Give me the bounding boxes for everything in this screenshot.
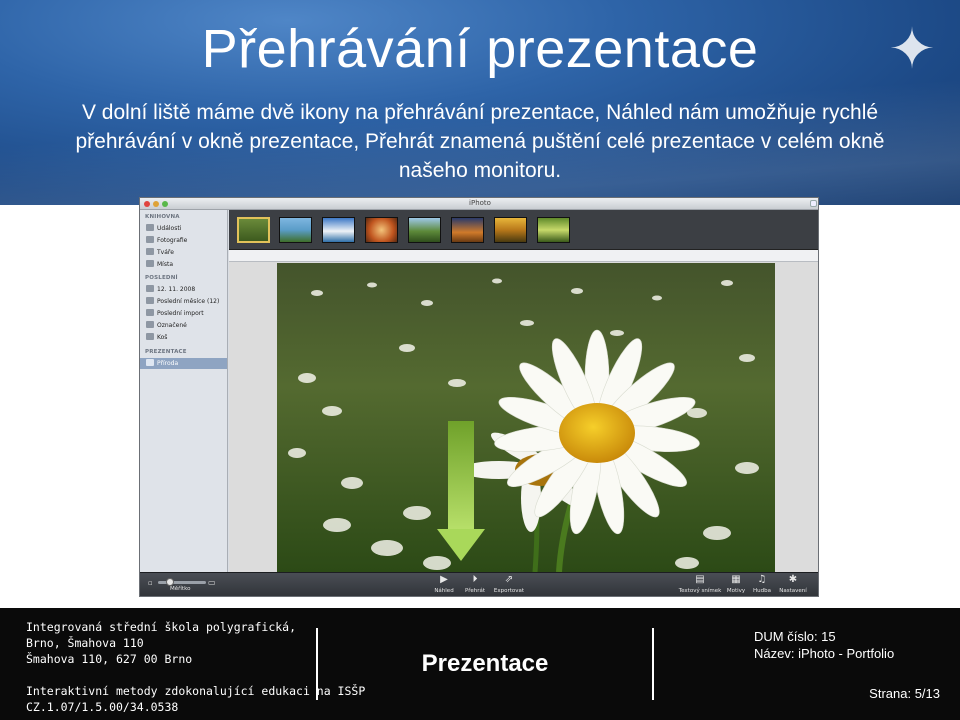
themes-icon: ▦ (731, 574, 741, 585)
slide-thumbnail[interactable] (408, 217, 441, 243)
sidebar-item-photos[interactable]: Fotografie (146, 235, 226, 246)
play-button[interactable]: ⏵ Přehrát (461, 574, 489, 596)
calendar-icon (146, 297, 154, 304)
sidebar-item-last-months[interactable]: Poslední měsíce (12) (146, 296, 226, 307)
sidebar-item-places[interactable]: Místa (146, 259, 226, 270)
music-icon: ♫ (757, 574, 767, 585)
slide-thumbnail[interactable] (322, 217, 355, 243)
slide-thumbnail[interactable] (494, 217, 527, 243)
sidebar-item-event-date[interactable]: 12. 11. 2008 (146, 284, 226, 295)
slide-thumbnail[interactable] (237, 217, 270, 243)
slide-footer: Integrovaná střední škola polygrafická, … (0, 608, 960, 720)
play-icon: ⏵ (472, 574, 478, 585)
slide-thumbnail[interactable] (451, 217, 484, 243)
project-info: Interaktivní metody zdokonalující edukac… (26, 684, 366, 714)
sidebar-item-faces[interactable]: Tváře (146, 247, 226, 258)
slide-title: Přehrávání prezentace (201, 19, 759, 79)
faces-icon (146, 248, 154, 255)
slide-info-bar (229, 250, 818, 262)
small-zoom-icon: ▫ (148, 579, 153, 587)
gear-icon: ✱ (788, 574, 798, 585)
slideshow-icon (146, 359, 154, 366)
slide-thumbnail[interactable] (537, 217, 570, 243)
preview-button[interactable]: ▶ Náhled (430, 574, 458, 596)
iphoto-window: iPhoto KNIHOVNA Události Fotografie Tvář… (139, 197, 819, 597)
slide-preview-area (229, 262, 818, 572)
text-slide-icon: ▤ (695, 574, 705, 585)
music-button[interactable]: ♫ Hudba (750, 574, 774, 596)
window-title: iPhoto (469, 199, 491, 207)
events-icon (146, 224, 154, 231)
slide-thumbnail[interactable] (365, 217, 398, 243)
slide-thumbnail[interactable] (279, 217, 312, 243)
export-icon: ⇗ (504, 574, 514, 585)
resize-icon[interactable] (810, 200, 817, 207)
sidebar-item-trash[interactable]: Koš (146, 332, 226, 343)
event-icon (146, 285, 154, 292)
sidebar-header-library: KNIHOVNA (145, 214, 180, 220)
places-icon (146, 260, 154, 267)
dum-info: DUM číslo: 15 Název: iPhoto - Portfolio (754, 629, 895, 661)
preview-icon: ▶ (440, 574, 448, 585)
window-titlebar: iPhoto (140, 198, 818, 210)
slide-thumbnail-strip (229, 210, 818, 250)
zoom-slider-knob[interactable] (166, 578, 174, 586)
sidebar-item-slideshow[interactable]: Příroda (140, 358, 227, 369)
sidebar-header-slideshows: PREZENTACE (145, 349, 187, 355)
text-slide-button[interactable]: ▤ Textový snímek (676, 574, 724, 596)
import-icon (146, 309, 154, 316)
photos-icon (146, 236, 154, 243)
footer-divider (652, 628, 654, 700)
slide-photo-daisy (277, 263, 775, 572)
daisy-image (277, 263, 775, 572)
large-zoom-icon: ▭ (208, 578, 216, 587)
sidebar-item-flagged[interactable]: Označené (146, 320, 226, 331)
trash-icon (146, 333, 154, 340)
settings-button[interactable]: ✱ Nastavení (776, 574, 810, 596)
themes-button[interactable]: ▦ Motivy (724, 574, 748, 596)
school-info: Integrovaná střední škola polygrafická, … (26, 620, 297, 666)
sidebar: KNIHOVNA Události Fotografie Tváře Místa… (140, 210, 228, 572)
sidebar-item-last-import[interactable]: Poslední import (146, 308, 226, 319)
sidebar-item-events[interactable]: Události (146, 223, 226, 234)
zoom-label: Měřítko (170, 586, 191, 592)
footer-title: Prezentace (421, 650, 549, 677)
export-button[interactable]: ⇗ Exportovat (492, 574, 526, 596)
bottom-toolbar: ▫ ▭ Měřítko ▶ Náhled ⏵ Přehrát ⇗ Exporto… (140, 572, 818, 596)
sidebar-header-recent: POSLEDNÍ (145, 275, 178, 281)
slide-subtitle: V dolní liště máme dvě ikony na přehrává… (75, 101, 885, 182)
flag-icon (146, 321, 154, 328)
page-number: Strana: 5/13 (869, 686, 940, 701)
